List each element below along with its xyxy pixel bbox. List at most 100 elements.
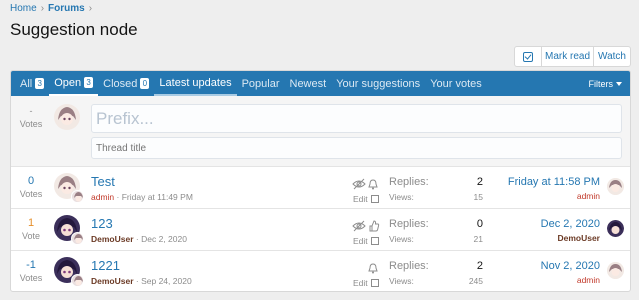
eye-slash-icon — [352, 178, 378, 190]
views-count: 21 — [473, 234, 483, 244]
vote-label: Votes — [19, 119, 43, 129]
views-label: Views: — [389, 234, 414, 244]
last-post-user-link[interactable]: admin — [541, 275, 600, 285]
avatar[interactable] — [54, 215, 84, 245]
tab-all[interactable]: All 3 — [15, 71, 49, 96]
filters-label: Filters — [588, 78, 614, 89]
last-post-user-link[interactable]: DemoUser — [541, 233, 600, 243]
eye-slash-icon — [352, 220, 380, 232]
breadcrumb-separator: › — [88, 3, 93, 14]
forum-actions: Mark read Watch — [514, 46, 631, 67]
tab-your-suggestions[interactable]: Your suggestions — [331, 71, 425, 96]
prefix-select[interactable]: Prefix... — [91, 104, 622, 133]
thread-meta: DemoUser · Sep 24, 2020 — [91, 276, 192, 286]
tab-count-badge: 3 — [35, 78, 45, 89]
select-toggle-button[interactable] — [514, 46, 542, 67]
breadcrumb: Home › Forums › — [10, 3, 92, 14]
last-post-avatar[interactable] — [607, 178, 624, 195]
edit-control[interactable]: Edit — [353, 236, 379, 246]
thread-title-link[interactable]: 1221 — [91, 258, 120, 273]
thread-date: Friday at 11:49 PM — [121, 192, 193, 202]
vote-count: -1 — [26, 259, 36, 271]
avatar[interactable] — [54, 257, 84, 287]
vote-box[interactable]: -1 Votes — [16, 260, 46, 284]
quick-thread-votes: - Votes — [16, 106, 46, 130]
avatar[interactable] — [54, 173, 84, 203]
last-post-avatar[interactable] — [607, 262, 624, 279]
last-post-date-link[interactable]: Friday at 11:58 PM — [508, 176, 600, 188]
tab-label: All — [20, 77, 33, 90]
replies-count: 2 — [476, 176, 483, 188]
mark-read-button[interactable]: Mark read — [542, 46, 594, 67]
views-label: Views: — [389, 192, 414, 202]
views-label: Views: — [389, 276, 414, 286]
quick-thread-form: - Votes Prefix... — [11, 96, 630, 167]
thread-title-input[interactable] — [91, 137, 622, 159]
watch-button[interactable]: Watch — [594, 46, 631, 67]
tab-newest[interactable]: Newest — [285, 71, 332, 96]
replies-label: Replies: — [389, 176, 429, 188]
edit-control[interactable]: Edit — [353, 278, 379, 288]
author-link[interactable]: DemoUser — [91, 234, 134, 244]
edit-control[interactable]: Edit — [353, 194, 379, 204]
tab-count-badge: 0 — [140, 78, 150, 89]
tab-your-votes[interactable]: Your votes — [425, 71, 487, 96]
last-post-avatar[interactable] — [607, 220, 624, 237]
views-count: 245 — [468, 276, 483, 286]
filters-dropdown[interactable]: Filters — [588, 71, 622, 96]
last-post-date-link[interactable]: Dec 2, 2020 — [541, 218, 600, 230]
last-post: Friday at 11:58 PM admin — [508, 176, 600, 201]
edit-label: Edit — [353, 236, 368, 246]
select-checkbox[interactable] — [370, 237, 379, 245]
bell-icon — [368, 263, 378, 274]
filter-tabs: All 3 Open 3 Closed 0 Latest updates Pop… — [11, 71, 630, 96]
vote-count: - — [29, 106, 33, 116]
last-post-user-link[interactable]: admin — [508, 191, 600, 201]
thread-meta: admin · Friday at 11:49 PM — [91, 192, 193, 202]
vote-label: Votes — [19, 273, 43, 283]
replies-count: 0 — [476, 218, 483, 230]
thread-row: -1 Votes 1221 DemoUser · Sep 24, 2020 Ed… — [11, 251, 630, 291]
checkbox-icon — [523, 51, 533, 62]
page-title: Suggestion node — [10, 20, 138, 39]
last-post: Dec 2, 2020 DemoUser — [541, 218, 600, 243]
chevron-down-icon — [616, 81, 622, 86]
avatar — [54, 104, 80, 133]
vote-box[interactable]: 1 Vote — [16, 218, 46, 242]
tab-label: Closed — [103, 77, 138, 90]
select-checkbox[interactable] — [370, 195, 379, 203]
replies-label: Replies: — [389, 218, 429, 230]
tab-latest-updates[interactable]: Latest updates — [154, 71, 237, 96]
tab-closed[interactable]: Closed 0 — [98, 71, 154, 96]
edit-label: Edit — [353, 194, 368, 204]
avatar-mini — [71, 190, 84, 203]
thread-title-link[interactable]: 123 — [91, 216, 113, 231]
meta-separator: · — [114, 192, 122, 202]
thread-stats: Replies: 2 Views: 15 — [389, 176, 483, 202]
author-link[interactable]: DemoUser — [91, 276, 134, 286]
views-count: 15 — [473, 192, 483, 202]
thread-stats: Replies: 0 Views: 21 — [389, 218, 483, 244]
select-checkbox[interactable] — [370, 279, 379, 287]
avatar-mini — [71, 274, 84, 287]
breadcrumb-separator: › — [40, 3, 45, 14]
meta-separator: · — [133, 276, 142, 286]
thread-title-link[interactable]: Test — [91, 174, 115, 189]
edit-label: Edit — [353, 278, 368, 288]
avatar-mini — [71, 232, 84, 245]
tab-label: Open — [54, 76, 82, 89]
vote-label: Vote — [21, 231, 41, 241]
last-post-date-link[interactable]: Nov 2, 2020 — [541, 260, 600, 272]
thread-date: Dec 2, 2020 — [141, 234, 187, 244]
tab-popular[interactable]: Popular — [237, 71, 285, 96]
vote-count: 0 — [27, 175, 35, 187]
breadcrumb-home[interactable]: Home — [10, 3, 37, 14]
thread-list-block: All 3 Open 3 Closed 0 Latest updates Pop… — [10, 70, 631, 292]
vote-box[interactable]: 0 Votes — [16, 176, 46, 200]
tab-open[interactable]: Open 3 — [49, 71, 99, 96]
thread-row: 0 Votes Test admin · Friday at 11:49 PM … — [11, 167, 630, 209]
tab-count-badge: 3 — [84, 77, 94, 88]
thread-row: 1 Vote 123 DemoUser · Dec 2, 2020 Edit R… — [11, 209, 630, 251]
author-link[interactable]: admin — [91, 192, 114, 202]
breadcrumb-forums[interactable]: Forums — [48, 3, 85, 14]
